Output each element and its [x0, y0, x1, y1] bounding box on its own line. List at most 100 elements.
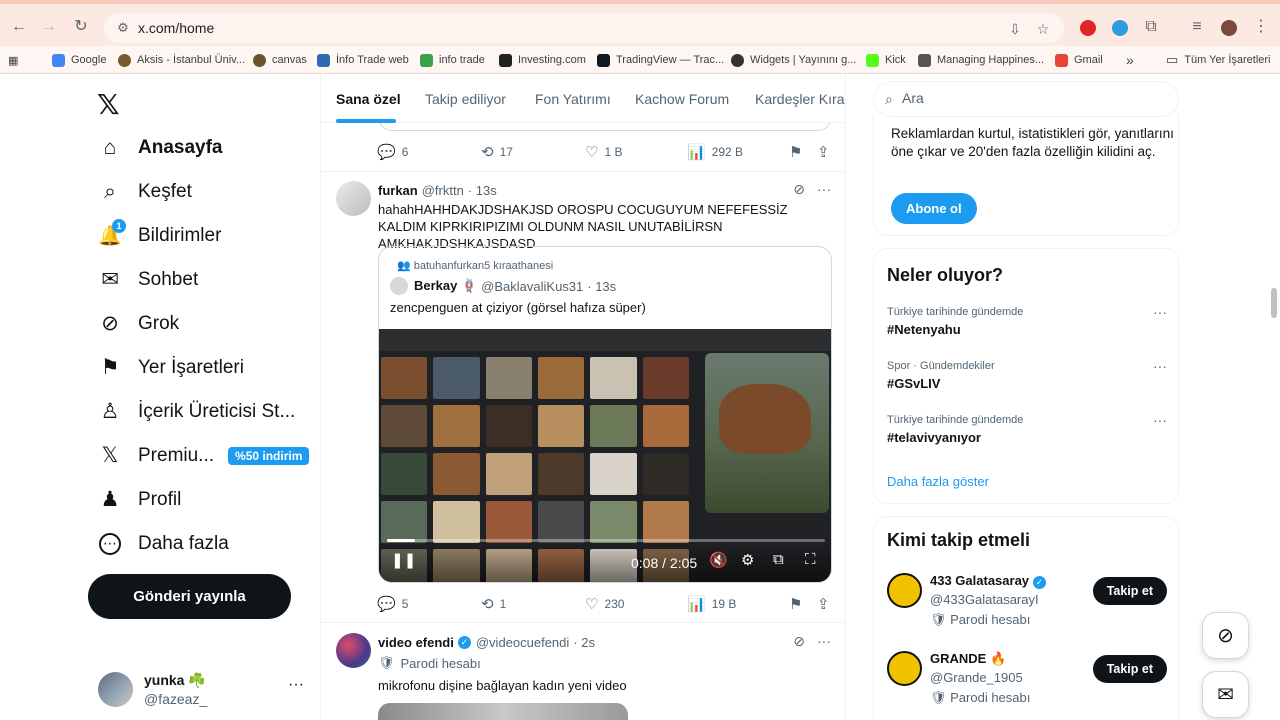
sidebar-item-premium[interactable]: 𝕏 Premiu... %50 indirim [96, 436, 310, 476]
menu-kebab-icon[interactable]: ⋮ [1250, 16, 1272, 38]
bookmark-button[interactable]: ⚑ [789, 143, 808, 161]
all-bookmarks-folder[interactable]: ▭ Tüm Yer İşaretleri [1166, 50, 1271, 70]
tab-for-you[interactable]: Sana özel [336, 91, 401, 107]
bookmark-item[interactable]: Aksis - İstanbul Üniv... [118, 50, 245, 70]
author-name[interactable]: furkan [378, 183, 418, 198]
repost-button[interactable]: ⟲ 1 [481, 595, 506, 613]
share-button[interactable]: ⇪ [817, 143, 836, 161]
site-info-icon[interactable]: ⚙ [114, 19, 132, 37]
tab-fon-yatirimi[interactable]: Fon Yatırımı [535, 91, 611, 107]
views-button[interactable]: 📊 292 B [687, 143, 743, 161]
bookmark-item[interactable]: Kick [866, 50, 906, 70]
views-button[interactable]: 📊 19 B [687, 595, 736, 613]
subscribe-button[interactable]: Abone ol [891, 193, 977, 224]
repost-button[interactable]: ⟲ 17 [481, 143, 513, 161]
video-progress-bar[interactable] [387, 539, 825, 542]
follow-suggestion[interactable]: GRANDE 🔥 @Grande_1905 🛡 Parodi hesabı Ta… [887, 651, 1167, 711]
bookmark-item[interactable]: İnfo Trade web [317, 50, 409, 70]
avatar[interactable] [336, 181, 371, 216]
media-control-icon[interactable]: ≡ [1186, 16, 1208, 38]
page-scrollbar[interactable] [1271, 288, 1277, 318]
address-bar[interactable]: ⚙ x.com/home ⇩ ☆ [104, 13, 1064, 43]
mute-icon[interactable]: 🔇 [709, 551, 728, 569]
tab-kardesler[interactable]: Kardeşler Kıraat [755, 91, 845, 107]
search-icon: ⌕ [104, 180, 116, 203]
follow-button[interactable]: Takip et [1092, 655, 1167, 683]
bookmark-item[interactable]: Gmail [1055, 50, 1103, 70]
opera-extension-icon[interactable] [1080, 20, 1096, 36]
bookmark-item[interactable]: Managing Happines... [918, 50, 1044, 70]
sidebar-item-chat[interactable]: ✉ Sohbet [96, 260, 198, 300]
tab-kachow-forum[interactable]: Kachow Forum [635, 91, 729, 107]
more-horizontal-icon[interactable]: ··· [817, 181, 831, 197]
sidebar-item-explore[interactable]: ⌕ Keşfet [96, 172, 192, 212]
bookmark-item[interactable]: Widgets | Yayınını g... [731, 50, 856, 70]
bookmark-item[interactable]: canvas [253, 50, 307, 70]
bookmark-button[interactable]: ⚑ [789, 595, 808, 613]
bookmarks-overflow-button[interactable]: » [1126, 50, 1134, 70]
bookmark-item[interactable]: Google [52, 50, 106, 70]
grok-icon[interactable]: ⊘ [793, 633, 805, 649]
tradingview-icon [597, 53, 610, 67]
follow-suggestion[interactable]: 433 Galatasaray ✓ @433GalatasarayI 🛡 Paro… [887, 573, 1167, 633]
show-more-link[interactable]: Daha fazla göster [887, 474, 989, 489]
tweet-time[interactable]: · 13s [468, 183, 497, 198]
search-input[interactable] [902, 90, 1162, 106]
extension-icon[interactable] [1112, 20, 1128, 36]
trend-item[interactable]: Türkiye tarihinde gündemde #Netenyahu ··… [887, 304, 1167, 346]
fullscreen-icon[interactable]: ⛶ [805, 551, 816, 568]
video-thumbnail[interactable] [378, 703, 628, 720]
reload-icon[interactable]: ↻ [70, 16, 92, 38]
more-horizontal-icon[interactable]: ··· [817, 633, 831, 649]
x-logo-icon[interactable]: 𝕏 [97, 88, 120, 121]
star-icon[interactable]: ☆ [1034, 20, 1052, 38]
bookmark-label: Kick [885, 54, 906, 66]
sidebar-item-notifications[interactable]: 🔔 1 Bildirimler [96, 216, 221, 256]
post-button[interactable]: Gönderi yayınla [88, 574, 291, 619]
author-handle[interactable]: @frkttn [422, 183, 464, 198]
more-horizontal-icon[interactable]: ··· [1153, 358, 1167, 374]
tweet-time[interactable]: · 2s [573, 635, 595, 650]
pause-icon[interactable]: ❚❚ [391, 551, 416, 569]
sidebar-item-creator-studio[interactable]: ♙ İçerik Üreticisi St... [96, 392, 296, 432]
extensions-puzzle-icon[interactable]: ⧉ [1140, 16, 1162, 38]
more-horizontal-icon[interactable]: ··· [1153, 304, 1167, 320]
sidebar-item-home[interactable]: ⌂ Anasayfa [96, 128, 223, 168]
sidebar-item-bookmarks[interactable]: ⚑ Yer İşaretleri [96, 348, 244, 388]
sidebar-item-more[interactable]: ⋯ Daha fazla [96, 524, 229, 564]
grok-icon[interactable]: ⊘ [793, 181, 805, 197]
avatar [887, 573, 922, 608]
share-button[interactable]: ⇪ [817, 595, 836, 613]
settings-gear-icon[interactable]: ⚙ [741, 551, 754, 569]
profile-avatar-icon[interactable] [1221, 20, 1237, 36]
more-horizontal-icon[interactable]: ··· [1153, 412, 1167, 428]
sidebar-item-profile[interactable]: ♟ Profil [96, 480, 182, 520]
messages-float-button[interactable]: ✉ [1202, 671, 1249, 718]
like-button[interactable]: ♡ 230 [585, 595, 624, 613]
avatar[interactable] [336, 633, 371, 668]
tab-following[interactable]: Takip ediliyor [425, 91, 506, 107]
bookmark-item[interactable]: TradingView — Trac... [597, 50, 724, 70]
more-horizontal-icon[interactable]: ··· [288, 676, 304, 694]
trend-item[interactable]: Spor · Gündemdekiler #GSvLIV ··· [887, 358, 1167, 400]
author-handle[interactable]: @videocuefendi [476, 635, 569, 650]
apps-grid-icon[interactable]: ▦ [8, 50, 18, 70]
author-name[interactable]: video efendi [378, 635, 454, 650]
sidebar-item-grok[interactable]: ⊘ Grok [96, 304, 179, 344]
trend-item[interactable]: Türkiye tarihinde gündemde #telavivyanıy… [887, 412, 1167, 454]
video-player[interactable]: ❚❚ 0:08 / 2:05 🔇 ⚙ ⧉ ⛶ [379, 329, 831, 582]
follow-button[interactable]: Takip et [1092, 577, 1167, 605]
grok-float-button[interactable]: ⊘ [1202, 612, 1249, 659]
account-switcher[interactable]: yunka ☘️ @fazeaz_ ··· [98, 670, 308, 712]
quoted-tweet[interactable]: 👥 batuhanfurkan5 kıraathanesi Berkay 🪢 @… [378, 246, 832, 583]
reply-button[interactable]: 💬 5 [377, 595, 408, 613]
install-app-icon[interactable]: ⇩ [1006, 20, 1024, 38]
pip-icon[interactable]: ⧉ [773, 551, 784, 568]
bookmark-item[interactable]: Investing.com [499, 50, 586, 70]
forward-icon[interactable]: → [38, 16, 60, 38]
like-button[interactable]: ♡ 1 B [585, 143, 622, 161]
search-box[interactable]: ⌕ [873, 81, 1179, 117]
bookmark-item[interactable]: info trade [420, 50, 485, 70]
back-icon[interactable]: ← [8, 16, 30, 38]
reply-button[interactable]: 💬 6 [377, 143, 408, 161]
